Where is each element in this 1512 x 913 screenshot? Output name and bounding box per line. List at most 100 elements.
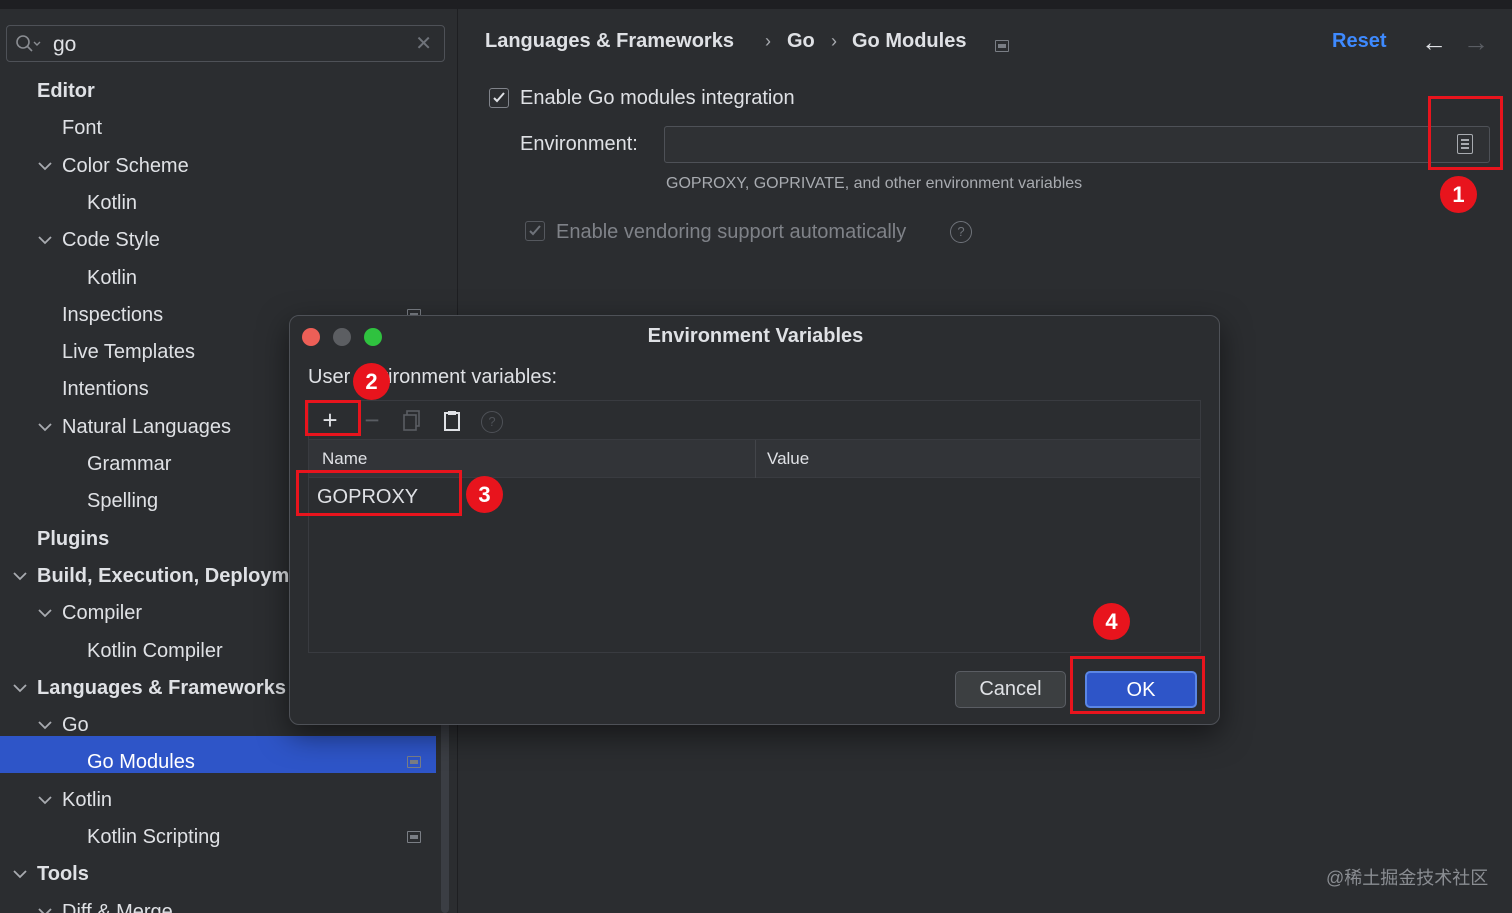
annotation-badge-4: 4 bbox=[1093, 603, 1130, 640]
sidebar-item-label: Font bbox=[62, 117, 103, 140]
search-input-value[interactable]: go bbox=[53, 33, 76, 57]
sidebar-item-label: Compiler bbox=[62, 602, 143, 625]
reset-link[interactable]: Reset bbox=[1332, 30, 1386, 53]
sidebar-item-label: Build, Execution, Deployment bbox=[37, 564, 290, 587]
user-env-vars-label: User environment variables: bbox=[308, 366, 557, 388]
sidebar-item-label: Plugins bbox=[37, 527, 110, 550]
sidebar-item[interactable]: Kotlin Scripting bbox=[0, 819, 290, 856]
sidebar-item-label: Code Style bbox=[62, 229, 160, 252]
sidebar-item-label: Grammar bbox=[87, 453, 172, 475]
breadcrumb-item-languages[interactable]: Languages & Frameworks bbox=[485, 30, 734, 53]
annotation-badge-1: 1 bbox=[1440, 176, 1477, 213]
sidebar-item[interactable]: Languages & Frameworks bbox=[0, 670, 290, 707]
checkmark-icon bbox=[493, 92, 505, 103]
sidebar-item-label: Kotlin bbox=[87, 191, 138, 214]
annotation-badge-2: 2 bbox=[353, 363, 390, 400]
sidebar-item-label: Kotlin Scripting bbox=[87, 826, 221, 848]
environment-input[interactable] bbox=[664, 126, 1490, 163]
clear-search-icon[interactable]: ✕ bbox=[415, 31, 432, 56]
sidebar-item[interactable]: Kotlin bbox=[0, 260, 290, 297]
project-level-icon bbox=[995, 40, 1009, 52]
sidebar-item[interactable]: Build, Execution, Deployment bbox=[0, 558, 290, 595]
enable-vendoring-checkbox[interactable] bbox=[525, 221, 545, 241]
sidebar-item-label: Live Templates bbox=[62, 341, 196, 364]
enable-go-modules-label[interactable]: Enable Go modules integration bbox=[520, 87, 795, 110]
sidebar-item[interactable]: Go bbox=[0, 707, 290, 744]
sidebar-item[interactable]: Natural Languages bbox=[0, 409, 290, 446]
chevron-down-icon[interactable] bbox=[38, 409, 56, 446]
sidebar-item-label: Kotlin Compiler bbox=[87, 639, 223, 662]
env-vars-toolbar: + − ? bbox=[308, 400, 1201, 439]
sidebar-item[interactable]: Tools bbox=[0, 856, 290, 893]
sidebar-item[interactable]: Spelling bbox=[0, 483, 290, 520]
sidebar-item[interactable]: Inspections bbox=[0, 297, 290, 334]
copy-icon[interactable] bbox=[395, 401, 429, 440]
sidebar-item-label: Kotlin bbox=[87, 266, 138, 289]
sidebar-item-label: Go Modules bbox=[87, 751, 195, 774]
sidebar-item[interactable]: Code Style bbox=[0, 222, 290, 259]
breadcrumb-separator: › bbox=[765, 31, 771, 51]
enable-go-modules-checkbox[interactable] bbox=[489, 88, 509, 108]
sidebar-item[interactable]: Live Templates bbox=[0, 334, 290, 371]
chevron-down-icon[interactable] bbox=[38, 894, 56, 913]
project-level-icon bbox=[407, 831, 421, 843]
arrow-right-icon[interactable]: → bbox=[1463, 27, 1489, 58]
arrow-left-icon[interactable]: ← bbox=[1421, 27, 1447, 58]
sidebar-item[interactable]: Go Modules bbox=[0, 744, 290, 781]
dialog-title: Environment Variables bbox=[647, 325, 864, 347]
breadcrumb-item-go-modules: Go Modules bbox=[852, 30, 967, 52]
window-top-strip bbox=[0, 0, 1512, 9]
sidebar-item[interactable]: Plugins bbox=[0, 521, 290, 558]
sidebar-scrollbar[interactable] bbox=[441, 709, 449, 913]
cancel-button[interactable]: Cancel bbox=[955, 671, 1066, 708]
sidebar-item-label: Editor bbox=[37, 80, 95, 102]
annotation-box-add-button bbox=[305, 400, 361, 436]
sidebar-item[interactable]: Color Scheme bbox=[0, 148, 290, 185]
sidebar-item[interactable]: Grammar bbox=[0, 446, 290, 483]
sidebar-item-label: Languages & Frameworks bbox=[37, 676, 286, 699]
chevron-down-icon[interactable] bbox=[38, 222, 56, 259]
annotation-badge-3: 3 bbox=[466, 476, 503, 513]
sidebar-item-label: Tools bbox=[37, 863, 89, 886]
watermark: @稀土掘金技术社区 bbox=[1326, 868, 1489, 888]
sidebar-item-label: Intentions bbox=[62, 378, 149, 401]
annotation-box-goproxy bbox=[296, 470, 462, 516]
sidebar-item[interactable]: Editor bbox=[0, 73, 290, 110]
chevron-down-icon[interactable] bbox=[13, 558, 31, 595]
chevron-down-icon[interactable] bbox=[38, 595, 56, 632]
chevron-down-icon[interactable] bbox=[13, 670, 31, 707]
column-header-name[interactable]: Name bbox=[322, 449, 367, 469]
chevron-down-icon[interactable] bbox=[38, 148, 56, 185]
search-icon bbox=[16, 35, 41, 52]
chevron-down-icon[interactable] bbox=[38, 782, 56, 819]
enable-vendoring-label: Enable vendoring support automatically bbox=[556, 221, 907, 243]
help-icon[interactable]: ? bbox=[475, 401, 509, 440]
sidebar-item-label: Diff & Merge bbox=[62, 900, 173, 913]
sidebar-item[interactable]: Kotlin bbox=[0, 782, 290, 819]
sidebar-item-label: Inspections bbox=[62, 303, 164, 326]
sidebar-item[interactable]: Font bbox=[0, 110, 290, 147]
sidebar-item[interactable]: Kotlin bbox=[0, 185, 290, 222]
chevron-down-icon[interactable] bbox=[38, 707, 56, 744]
paste-icon[interactable] bbox=[435, 401, 469, 440]
sidebar-item-label: Go bbox=[62, 714, 89, 737]
annotation-box-ok-button bbox=[1070, 656, 1205, 714]
column-divider[interactable] bbox=[755, 440, 756, 478]
sidebar-item-label: Kotlin bbox=[62, 788, 113, 811]
sidebar-item[interactable]: Diff & Merge bbox=[0, 894, 290, 913]
breadcrumb-separator: › bbox=[831, 31, 837, 51]
sidebar-item-label: Natural Languages bbox=[62, 415, 232, 438]
chevron-down-icon[interactable] bbox=[13, 856, 31, 893]
help-icon[interactable]: ? bbox=[950, 221, 972, 243]
sidebar-item[interactable]: Compiler bbox=[0, 595, 290, 632]
environment-hint: GOPROXY, GOPRIVATE, and other environmen… bbox=[666, 175, 1083, 192]
sidebar-item-label: Color Scheme bbox=[62, 154, 189, 177]
environment-label: Environment: bbox=[520, 133, 638, 155]
annotation-box-environment-button bbox=[1428, 96, 1503, 170]
sidebar-item-label: Spelling bbox=[87, 490, 159, 513]
settings-search-field[interactable]: go ✕ bbox=[6, 25, 445, 62]
sidebar-item[interactable]: Intentions bbox=[0, 371, 290, 408]
column-header-value[interactable]: Value bbox=[767, 449, 809, 469]
breadcrumb-item-go[interactable]: Go bbox=[787, 30, 815, 53]
sidebar-item[interactable]: Kotlin Compiler bbox=[0, 633, 290, 670]
